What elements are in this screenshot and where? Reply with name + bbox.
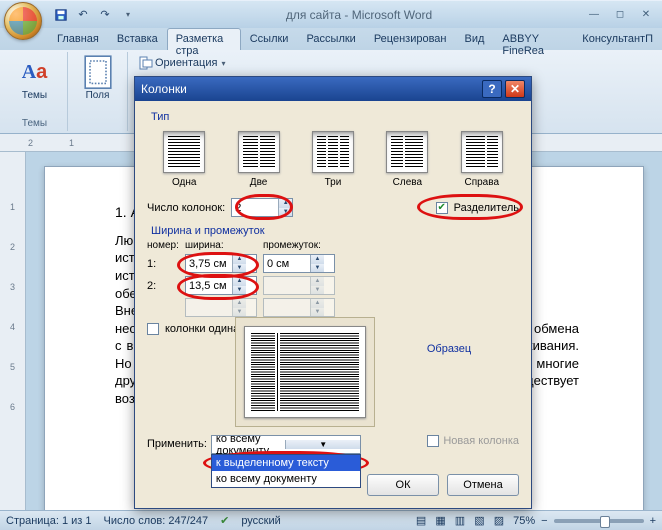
sample-preview [235,317,375,427]
col-gap-head: промежуток: [263,240,335,251]
themes-button[interactable]: Aa Темы [8,54,61,103]
col-width-head: ширина: [185,240,257,251]
margins-icon [82,56,114,88]
vertical-ruler[interactable]: 123456 [0,152,26,510]
ribbon-tabs: Главная Вставка Разметка стра Ссылки Рас… [0,28,662,50]
preset-right[interactable]: Справа [457,127,507,192]
zoom-level[interactable]: 75% [513,515,535,527]
cancel-button[interactable]: Отмена [447,474,519,496]
width-gap-label: Ширина и промежуток [151,225,381,237]
dialog-title: Колонки [141,82,479,96]
orientation-icon [137,55,153,71]
themes-group-label: Темы [8,118,61,129]
title-bar: ↶ ↷ для сайта - Microsoft Word — ◻ ✕ [0,0,662,28]
num-columns-input[interactable] [232,199,278,216]
quick-access-toolbar: ↶ ↷ [52,6,136,24]
col-number-head: номер: [147,240,179,251]
tab-abbyy[interactable]: ABBYY FineRea [493,28,573,50]
new-column-label: Новая колонка [443,435,519,447]
row1-width-spinner[interactable]: ▲▼ [185,254,257,273]
word-count[interactable]: Число слов: 247/247 [104,515,209,527]
margins-label: Поля [86,90,110,101]
tab-layout[interactable]: Разметка стра [167,28,241,50]
qat-customize-icon[interactable] [118,6,136,24]
num-columns-spinner[interactable]: ▲▼ [231,198,293,217]
language-status[interactable]: русский [241,515,280,527]
row2-num: 2: [147,280,179,292]
orientation-label: Ориентация [155,57,217,69]
tab-mailings[interactable]: Рассылки [297,28,364,50]
themes-label: Темы [22,90,47,101]
apply-option-selection[interactable]: к выделенному тексту [212,455,360,471]
row2-width-spinner[interactable]: ▲▼ [185,276,257,295]
apply-to-label: Применить: [147,435,207,450]
type-section-label: Тип [151,111,519,123]
redo-icon[interactable]: ↷ [96,6,114,24]
preset-left[interactable]: Слева [382,127,432,192]
page-status[interactable]: Страница: 1 из 1 [6,515,92,527]
orientation-button[interactable]: Ориентация [134,54,654,72]
office-button[interactable] [4,2,42,40]
tab-insert[interactable]: Вставка [108,28,167,50]
minimize-button[interactable]: — [582,7,606,23]
separator-checkbox[interactable]: ✔ [436,202,448,214]
dialog-titlebar[interactable]: Колонки ? ✕ [135,77,531,101]
apply-to-combo[interactable]: ко всему документу▼ к выделенному тексту… [211,435,361,454]
close-window-button[interactable]: ✕ [634,7,658,23]
view-icons[interactable]: ▤ ▦ ▥ ▧ ▨ [416,514,507,527]
row3-width-spinner: ▲▼ [185,298,257,317]
row1-num: 1: [147,258,179,270]
dialog-help-button[interactable]: ? [482,80,502,98]
save-icon[interactable] [52,6,70,24]
dialog-close-button[interactable]: ✕ [505,80,525,98]
proofing-icon[interactable]: ✔ [220,514,229,527]
themes-icon: Aa [19,56,51,88]
row2-gap-spinner: ▲▼ [263,276,335,295]
equal-width-checkbox[interactable] [147,323,159,335]
columns-dialog: Колонки ? ✕ Тип Одна Две Три Слева Справ… [134,76,532,509]
tab-home[interactable]: Главная [48,28,108,50]
separator-label: Разделитель [454,202,519,214]
preset-two[interactable]: Две [234,127,284,192]
status-bar: Страница: 1 из 1 Число слов: 247/247 ✔ р… [0,510,662,530]
zoom-slider[interactable] [554,519,644,523]
num-columns-label: Число колонок: [147,202,225,214]
chevron-down-icon[interactable]: ▼ [285,440,360,449]
preset-three[interactable]: Три [308,127,358,192]
window-title: для сайта - Microsoft Word [136,8,582,22]
preset-one[interactable]: Одна [159,127,209,192]
tab-konsultant[interactable]: КонсультантП [573,28,662,50]
spinner-down-icon[interactable]: ▼ [279,208,292,217]
new-column-checkbox [427,435,439,447]
margins-button[interactable]: Поля [74,54,121,103]
spinner-up-icon[interactable]: ▲ [279,199,292,208]
undo-icon[interactable]: ↶ [74,6,92,24]
zoom-in-button[interactable]: + [650,515,656,527]
tab-view[interactable]: Вид [456,28,494,50]
zoom-out-button[interactable]: − [541,515,547,527]
sample-label: Образец [379,343,519,355]
row1-gap-spinner[interactable]: ▲▼ [263,254,335,273]
tab-links[interactable]: Ссылки [241,28,298,50]
row3-gap-spinner: ▲▼ [263,298,335,317]
apply-to-dropdown: к выделенному тексту ко всему документу [211,454,361,488]
tab-review[interactable]: Рецензирован [365,28,456,50]
maximize-button[interactable]: ◻ [608,7,632,23]
apply-option-whole-doc[interactable]: ко всему документу [212,471,360,487]
ok-button[interactable]: ОК [367,474,439,496]
